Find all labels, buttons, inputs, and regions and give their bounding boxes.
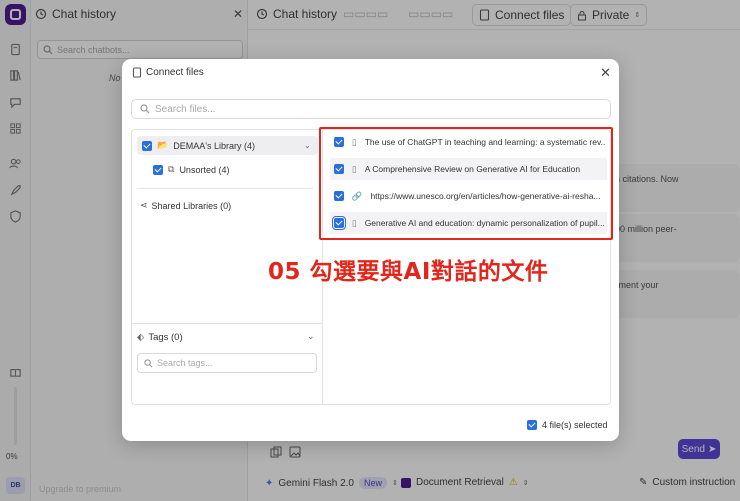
file-checkbox[interactable] [334, 164, 344, 174]
dialog-title-text: Connect files [146, 67, 204, 78]
library-item[interactable]: 📂 DEMAA's Library (4) ⌄ [137, 136, 318, 155]
document-icon: ▯ [352, 217, 357, 228]
selection-status: 4 file(s) selected [527, 420, 608, 430]
file-row[interactable]: 🔗 https://www.unesco.org/en/articles/how… [330, 185, 607, 207]
file-name: The use of ChatGPT in teaching and learn… [364, 137, 605, 147]
file-name: Generative AI and education: dynamic per… [364, 218, 605, 228]
document-icon: ▯ [352, 163, 357, 174]
divider [137, 188, 313, 189]
unsorted-label: Unsorted (4) [179, 164, 230, 175]
library-label: DEMAA's Library (4) [173, 140, 255, 151]
file-row[interactable]: ▯ Generative AI and education: dynamic p… [330, 212, 607, 234]
document-icon: ▯ [352, 136, 357, 147]
tags-section: ⬖ Tags (0) ⌄ Search tags... [132, 323, 322, 406]
file-name: A Comprehensive Review on Generative AI … [364, 164, 581, 174]
file-icon [132, 67, 142, 78]
chevron-down-icon[interactable]: ⌄ [304, 141, 311, 150]
file-search-input[interactable]: Search files... [131, 99, 611, 119]
library-checkbox[interactable] [142, 140, 152, 151]
file-name: https://www.unesco.org/en/articles/how-g… [370, 191, 601, 201]
link-icon: 🔗 [351, 190, 363, 201]
tags-header[interactable]: ⬖ Tags (0) [137, 332, 183, 343]
close-icon[interactable]: ✕ [600, 65, 611, 81]
file-checkbox[interactable] [334, 191, 344, 201]
dialog-title: Connect files [132, 67, 204, 78]
search-placeholder: Search tags... [157, 358, 213, 368]
folder-icon: 📂 [157, 140, 169, 150]
selected-count: 4 file(s) selected [542, 420, 608, 430]
file-checkbox[interactable] [332, 216, 346, 230]
file-row[interactable]: ▯ A Comprehensive Review on Generative A… [330, 158, 607, 180]
shared-label: Shared Libraries (0) [151, 200, 232, 211]
shared-libraries-item[interactable]: ⋖ Shared Libraries (0) [140, 200, 231, 211]
share-icon: ⋖ [140, 200, 148, 210]
connect-files-dialog: Connect files ✕ Search files... 📂 DEMAA'… [122, 59, 619, 441]
files-icon: ⧉ [168, 164, 175, 174]
tags-label: Tags (0) [148, 332, 183, 343]
file-checkbox[interactable] [334, 137, 344, 147]
select-all-checkbox[interactable] [527, 420, 537, 430]
search-icon [144, 358, 153, 367]
search-placeholder: Search files... [155, 103, 216, 115]
search-icon [140, 104, 150, 114]
unsorted-checkbox[interactable] [153, 164, 163, 175]
tag-search-input[interactable]: Search tags... [137, 353, 317, 373]
tag-icon: ⬖ [137, 332, 145, 343]
unsorted-item[interactable]: ⧉ Unsorted (4) [153, 164, 229, 175]
annotation-caption: 05 勾選要與AI對話的文件 [268, 259, 549, 285]
double-chevron-icon[interactable]: ⌄ [307, 331, 315, 342]
file-row[interactable]: ▯ The use of ChatGPT in teaching and lea… [330, 131, 607, 153]
